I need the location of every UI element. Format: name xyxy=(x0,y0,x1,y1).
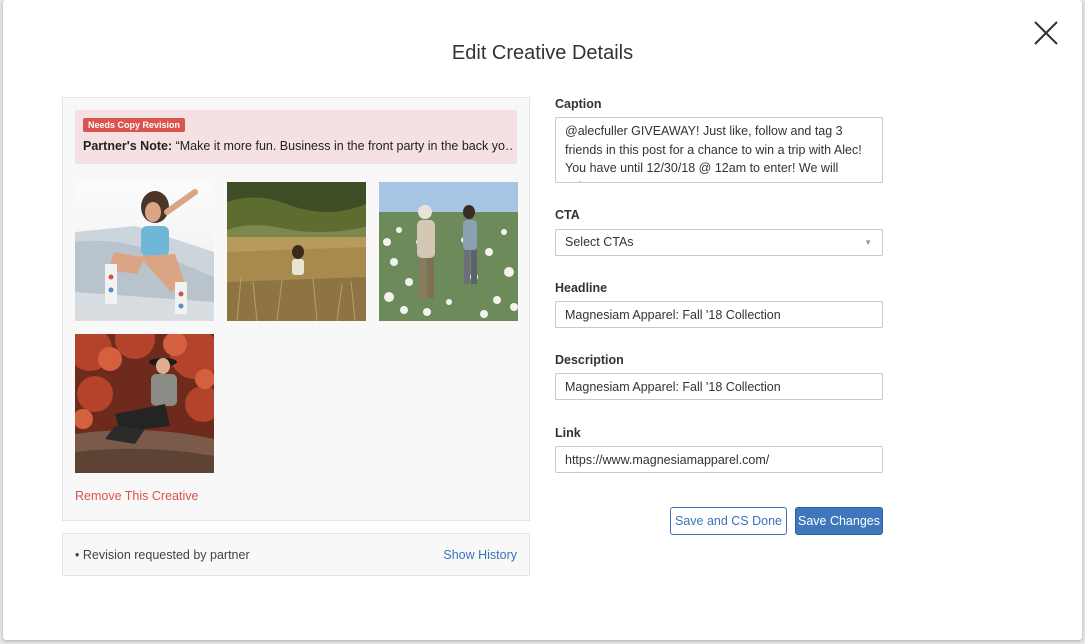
description-label: Description xyxy=(555,353,624,367)
creative-image-1[interactable] xyxy=(75,182,214,321)
link-label: Link xyxy=(555,426,581,440)
revision-status: • Revision requested by partner xyxy=(75,548,250,562)
chevron-down-icon: ▼ xyxy=(864,238,872,247)
creative-panel: Needs Copy Revision Partner's Note: “Mak… xyxy=(62,97,530,521)
history-bar: • Revision requested by partner Show His… xyxy=(62,533,530,576)
description-field[interactable] xyxy=(555,373,883,400)
save-and-cs-done-button[interactable]: Save and CS Done xyxy=(670,507,787,535)
edit-creative-modal: Edit Creative Details Needs Copy Revisio… xyxy=(3,0,1082,640)
creative-image-4[interactable] xyxy=(75,334,214,473)
caption-field[interactable] xyxy=(555,117,883,183)
headline-field[interactable] xyxy=(555,301,883,328)
partner-note-box: Needs Copy Revision Partner's Note: “Mak… xyxy=(75,110,517,164)
headline-label: Headline xyxy=(555,281,608,295)
partner-note: Partner's Note: “Make it more fun. Busin… xyxy=(83,139,513,153)
show-history-link[interactable]: Show History xyxy=(443,548,517,562)
save-changes-button[interactable]: Save Changes xyxy=(795,507,883,535)
partner-note-label: Partner's Note: xyxy=(83,139,173,153)
creative-image-2[interactable] xyxy=(227,182,366,321)
modal-title: Edit Creative Details xyxy=(451,42,634,64)
status-badge: Needs Copy Revision xyxy=(83,118,186,132)
caption-label: Caption xyxy=(555,97,602,111)
cta-select-value: Select CTAs xyxy=(565,235,634,249)
cta-select[interactable]: Select CTAs ▼ xyxy=(555,229,883,256)
creative-image-3[interactable] xyxy=(379,182,518,321)
cta-label: CTA xyxy=(555,208,580,222)
link-field[interactable] xyxy=(555,446,883,473)
partner-note-text: “Make it more fun. Business in the front… xyxy=(175,139,513,153)
remove-creative-link[interactable]: Remove This Creative xyxy=(75,489,198,503)
